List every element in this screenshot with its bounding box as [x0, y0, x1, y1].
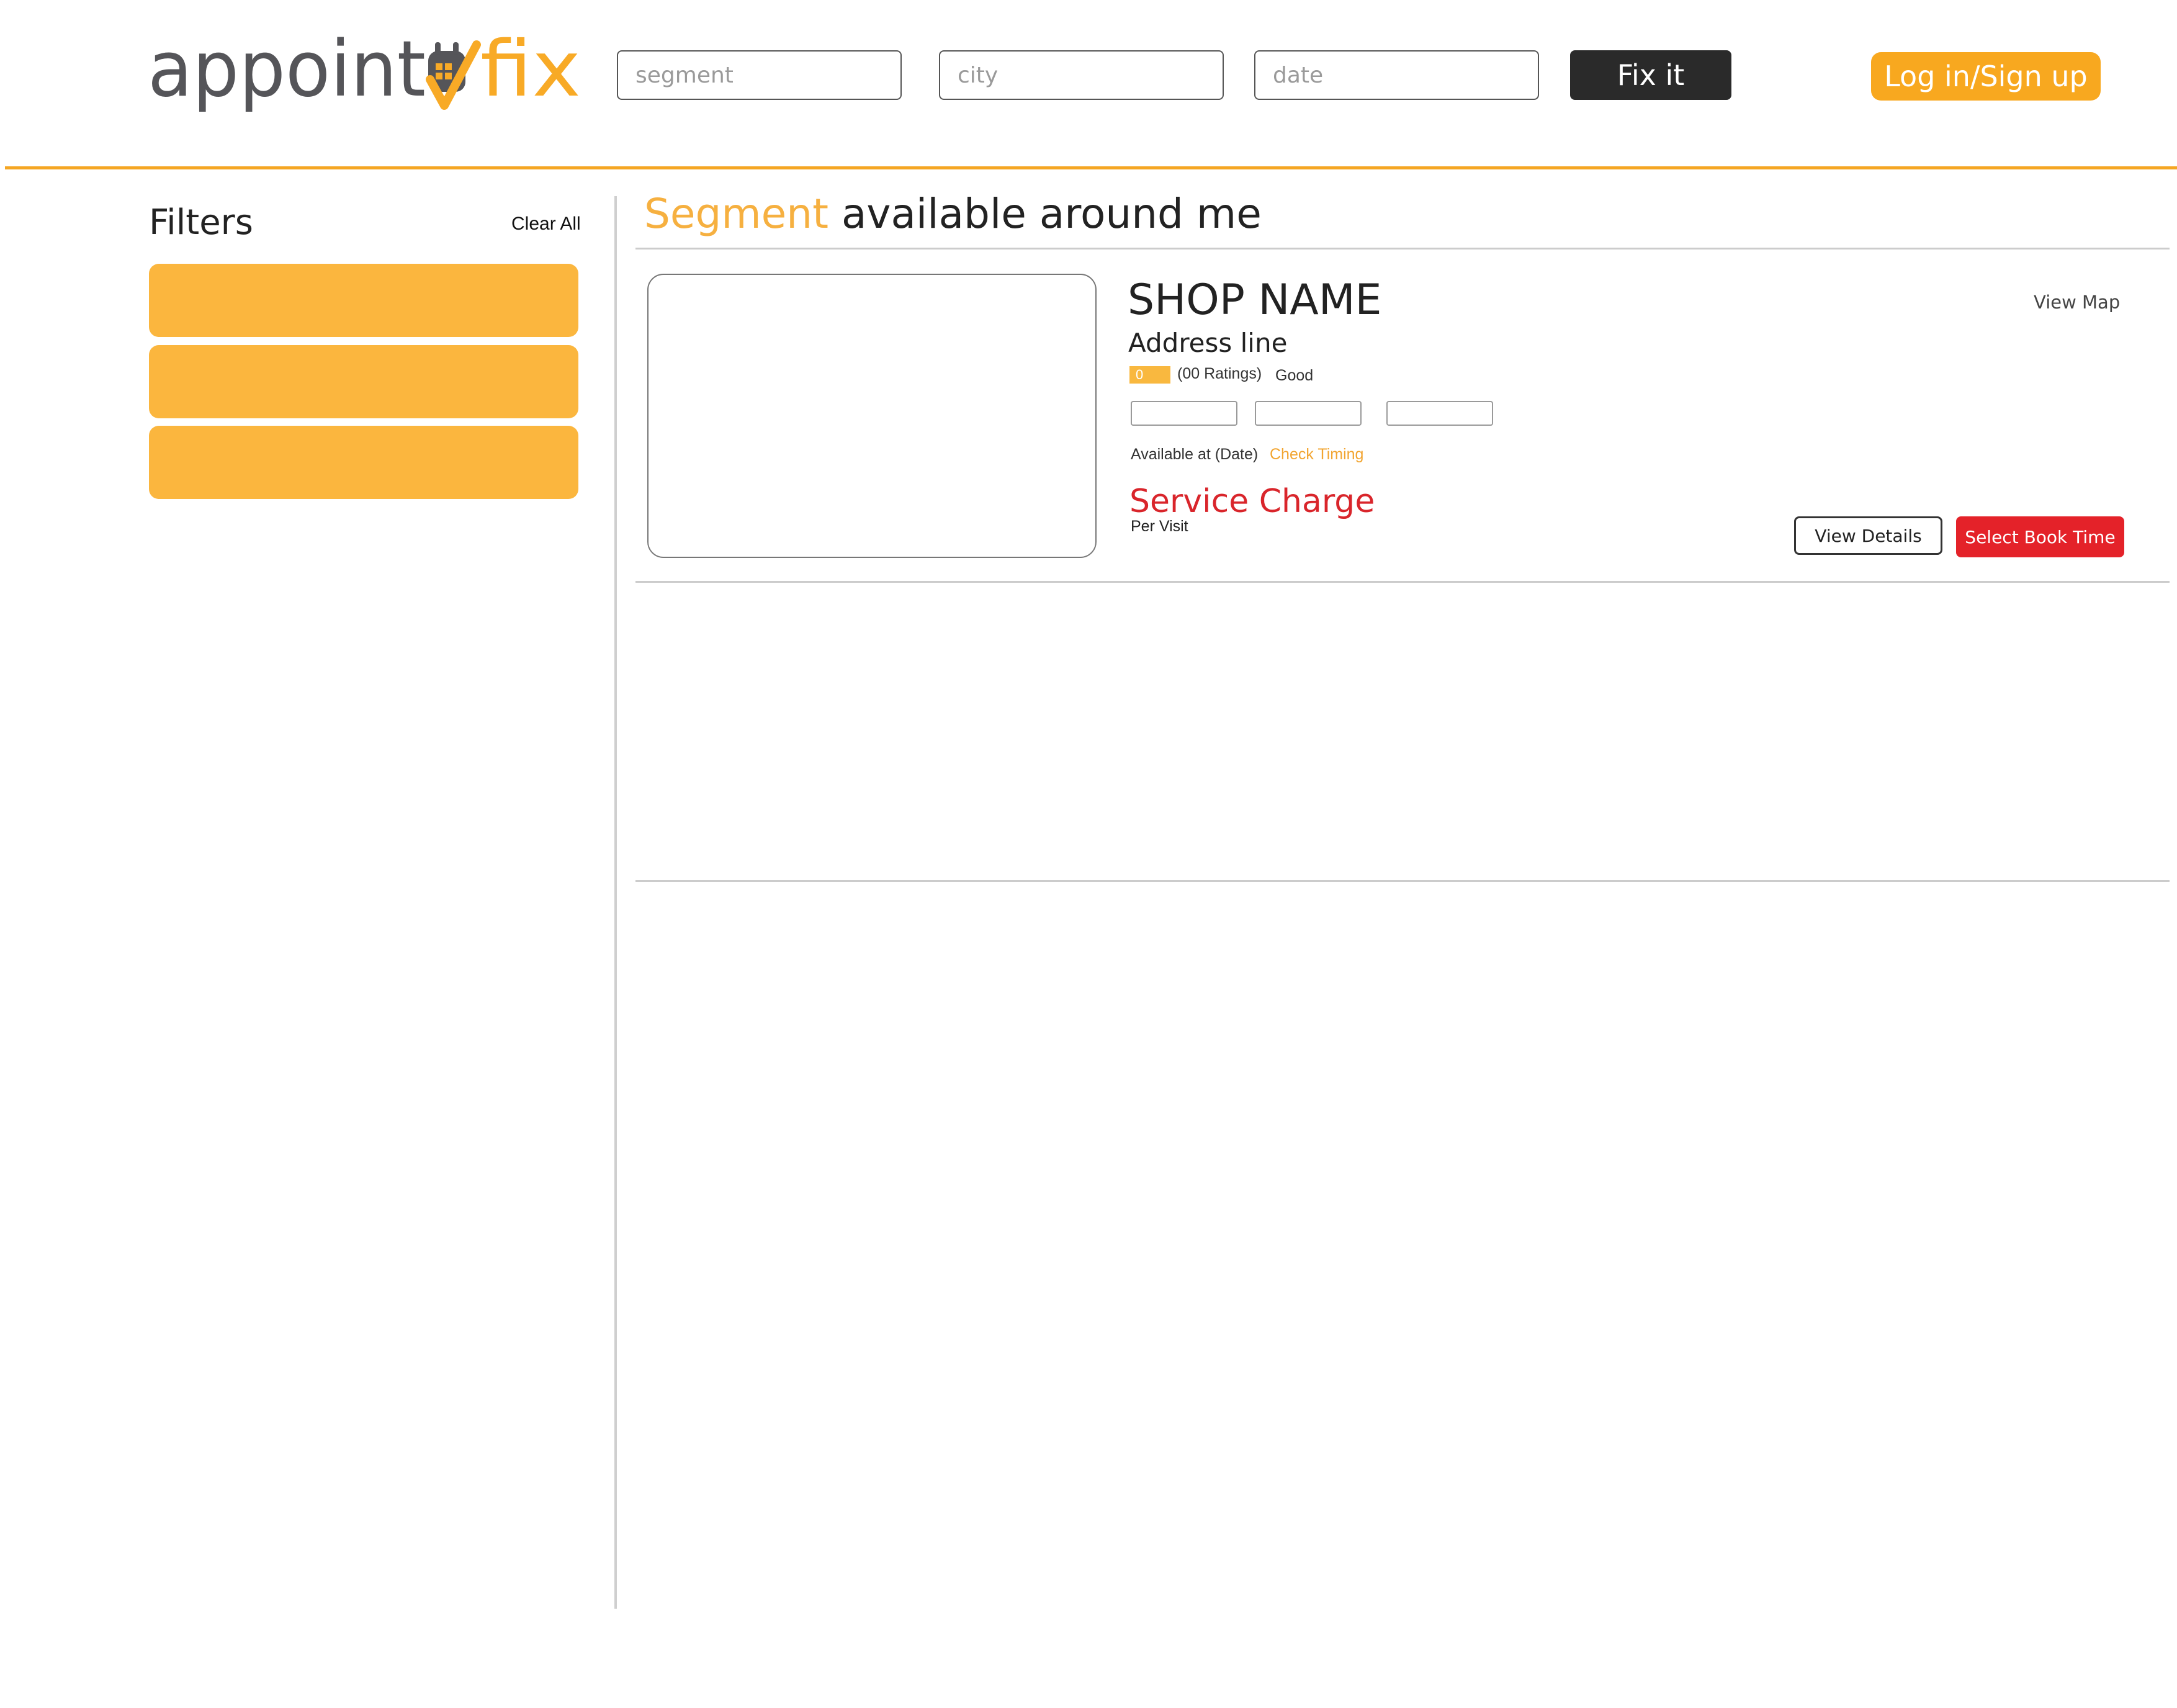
filters-title: Filters [149, 202, 253, 243]
result-empty-card-divider [635, 880, 2170, 882]
time-slot-2[interactable] [1255, 401, 1362, 426]
view-details-button[interactable]: View Details [1794, 516, 1942, 555]
rating-label: Good [1275, 367, 1314, 384]
filter-option-3[interactable] [149, 426, 578, 499]
city-input[interactable] [939, 50, 1224, 100]
fix-it-button[interactable]: Fix it [1570, 50, 1731, 100]
appointfix-logo[interactable]: appoint fix [148, 25, 582, 124]
results-heading-text: available around me [828, 190, 1262, 238]
shop-image-placeholder[interactable] [647, 274, 1097, 558]
calendar-checkmark-icon [426, 40, 481, 110]
rating-badge: 0 [1129, 366, 1170, 384]
time-slot-1[interactable] [1131, 401, 1237, 426]
rating-count: (00 Ratings) [1177, 365, 1262, 382]
header-divider [5, 166, 2177, 169]
per-visit-label: Per Visit [1131, 518, 1188, 535]
result-card-divider [635, 581, 2170, 583]
sidebar-divider [614, 196, 617, 1609]
shop-name[interactable]: SHOP NAME [1128, 276, 1381, 325]
filter-option-1[interactable] [149, 264, 578, 337]
service-charge: Service Charge [1129, 483, 1375, 520]
results-heading-segment: Segment [644, 190, 828, 238]
check-timing-link[interactable]: Check Timing [1270, 446, 1363, 464]
results-heading: Segment available around me [644, 190, 1262, 238]
login-signup-button[interactable]: Log in/Sign up [1871, 52, 2101, 101]
filter-option-2[interactable] [149, 345, 578, 418]
segment-input[interactable] [617, 50, 902, 100]
select-book-time-button[interactable]: Select Book Time [1956, 516, 2124, 557]
logo-wordmark-appoint: appoint [148, 25, 426, 114]
time-slot-3[interactable] [1386, 401, 1493, 426]
clear-all-link[interactable]: Clear All [511, 214, 581, 235]
shop-address: Address line [1128, 328, 1288, 358]
date-input[interactable] [1254, 50, 1539, 100]
results-top-divider [635, 248, 2170, 249]
view-map-link[interactable]: View Map [2034, 292, 2120, 313]
logo-wordmark-fix: fix [480, 25, 581, 114]
availability-text: Available at (Date) [1131, 446, 1259, 463]
